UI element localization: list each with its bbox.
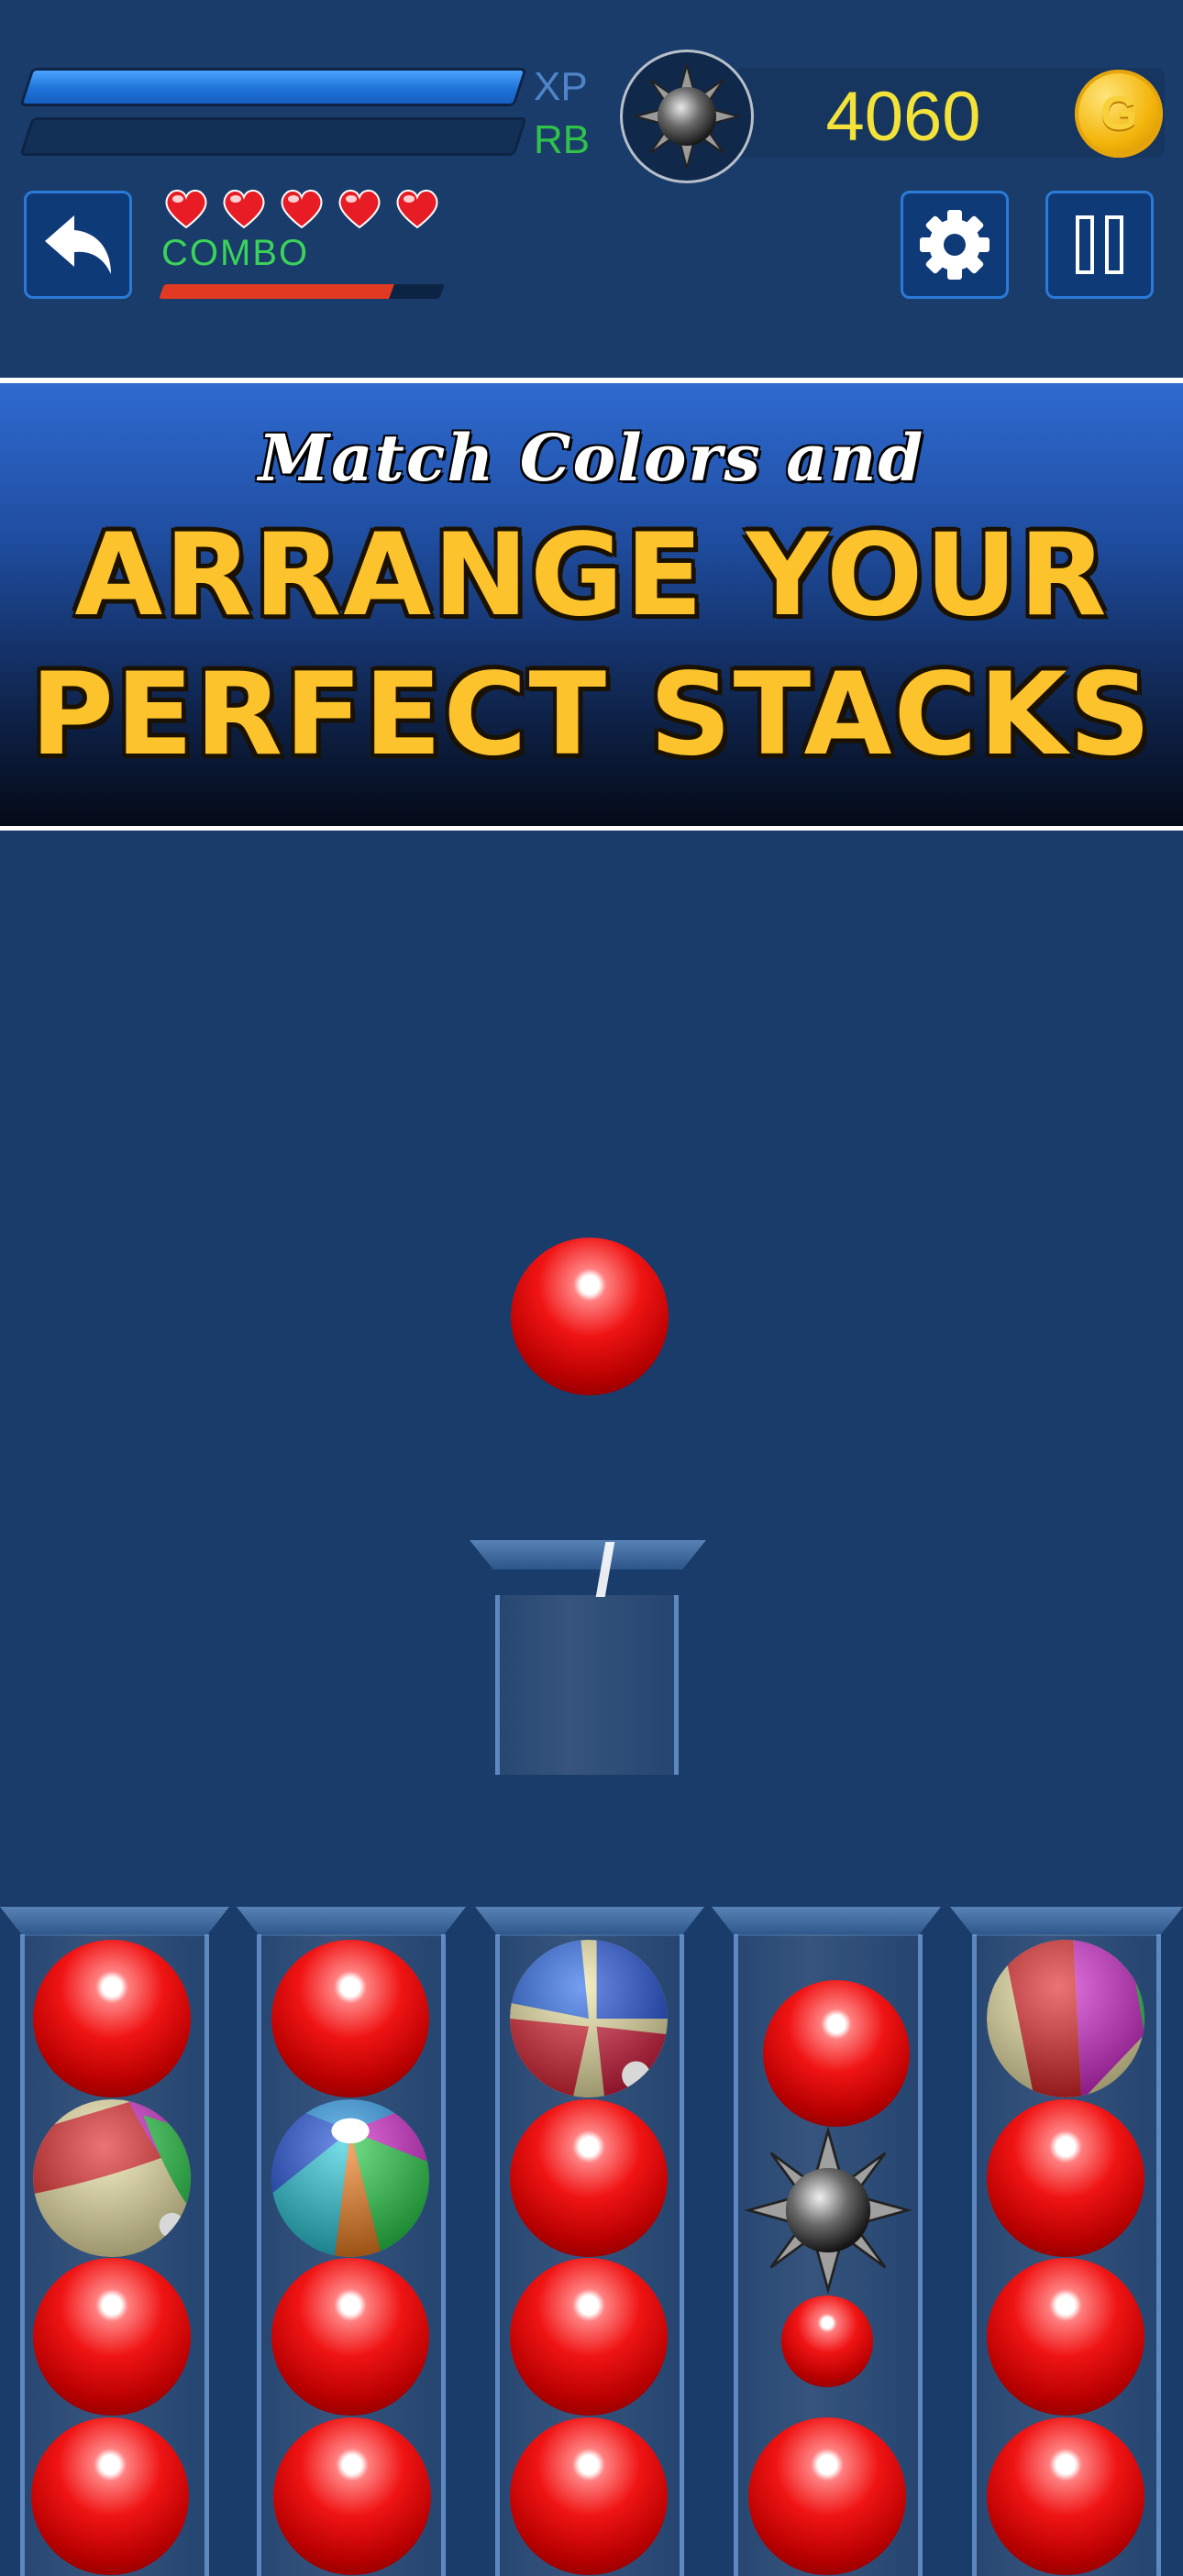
- red-ball: [271, 2258, 429, 2416]
- coin-symbol: G: [1100, 87, 1138, 140]
- lives-hearts: [161, 183, 446, 233]
- red-ball: [987, 2258, 1144, 2416]
- gear-icon: [920, 210, 990, 280]
- rb-label: RB: [534, 117, 591, 162]
- red-ball: [987, 2417, 1144, 2575]
- red-ball: [271, 1940, 429, 2097]
- heart-icon: [338, 190, 381, 229]
- banner-headline-line1: ARRANGE YOUR: [74, 510, 1109, 642]
- beach-ball: [271, 2099, 429, 2257]
- red-ball: [748, 2417, 906, 2575]
- back-arrow-icon: [45, 215, 111, 274]
- rb-bar-fill: [23, 120, 34, 153]
- pause-button[interactable]: [1045, 191, 1154, 299]
- red-ball: [33, 1940, 191, 2097]
- coin-count: 4060: [825, 78, 981, 156]
- tube-rim: [0, 1907, 229, 1936]
- red-ball: [510, 2258, 668, 2416]
- red-ball: [273, 2417, 431, 2575]
- held-red-ball[interactable]: [511, 1238, 669, 1395]
- tube-rim: [237, 1907, 466, 1936]
- combo-bar: [159, 284, 445, 299]
- pause-icon: [1076, 215, 1123, 274]
- spike-mine-powerup-icon[interactable]: [620, 50, 754, 183]
- combo-label: COMBO: [161, 233, 310, 273]
- settings-button[interactable]: [901, 191, 1009, 299]
- back-button[interactable]: [24, 191, 132, 299]
- tube-rim: [950, 1907, 1183, 1936]
- beach-ball: [987, 1940, 1144, 2097]
- red-ball: [33, 2258, 191, 2416]
- heart-icon: [165, 190, 207, 229]
- combo-bar-fill: [159, 284, 394, 299]
- promo-banner: Match Colors and ARRANGE YOUR PERFECT ST…: [0, 378, 1183, 831]
- rb-bar: [19, 117, 527, 156]
- heart-icon: [281, 190, 323, 229]
- empty-tube-rim: [470, 1540, 706, 1569]
- spike-mine-icon: [744, 2126, 912, 2295]
- xp-bar: [19, 68, 527, 106]
- small-red-ball: [781, 2295, 873, 2387]
- tube-rim: [475, 1907, 704, 1936]
- banner-subtitle: Match Colors and: [258, 420, 925, 496]
- beach-ball: [33, 2099, 191, 2257]
- red-ball: [763, 1980, 910, 2127]
- red-ball: [31, 2417, 189, 2575]
- red-ball: [510, 2417, 668, 2575]
- heart-icon: [223, 190, 265, 229]
- xp-bar-fill: [23, 71, 524, 104]
- red-ball: [510, 2099, 668, 2257]
- coin-icon: G: [1075, 70, 1163, 158]
- empty-tube[interactable]: [495, 1542, 679, 1775]
- heart-icon: [396, 190, 438, 229]
- banner-headline-line2: PERFECT STACKS: [30, 649, 1153, 781]
- tube-rim: [712, 1907, 941, 1936]
- red-ball: [987, 2099, 1144, 2257]
- xp-label: XP: [534, 64, 588, 109]
- beach-ball: [510, 1940, 668, 2097]
